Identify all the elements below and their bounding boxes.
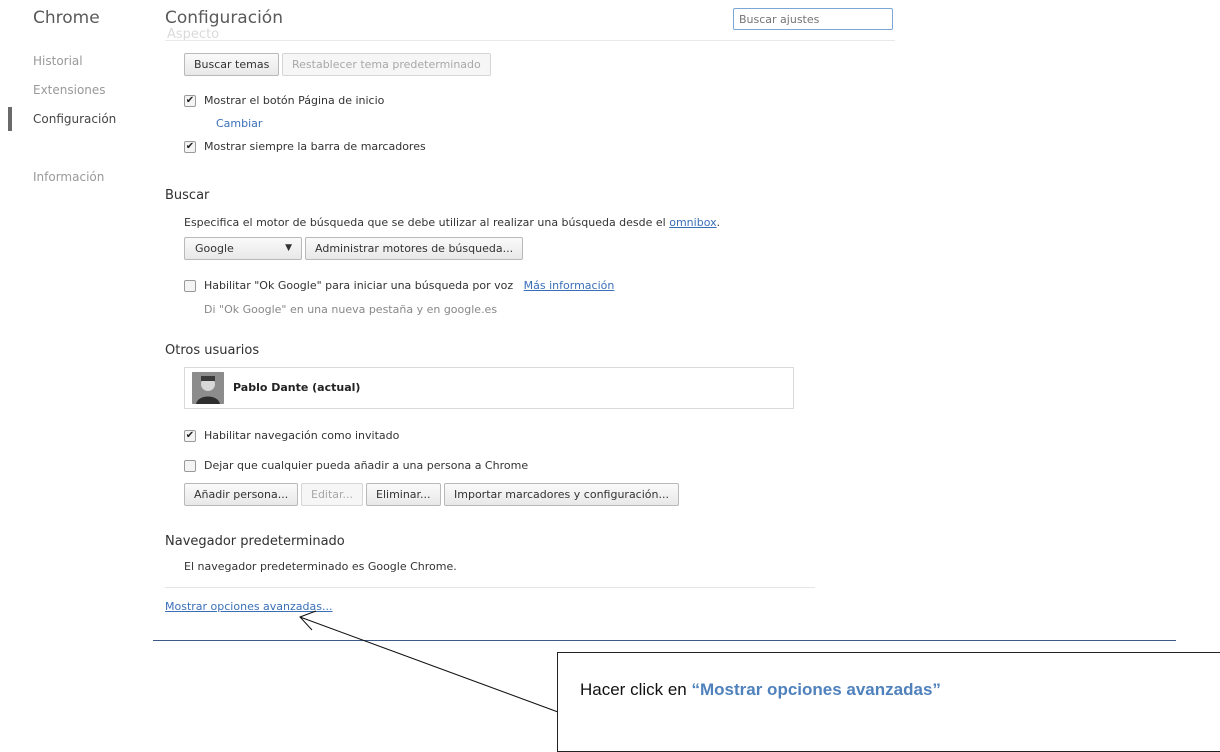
callout-prefix: Hacer click en (580, 680, 692, 699)
callout-text: Hacer click en “Mostrar opciones avanzad… (580, 680, 941, 700)
callout-box (557, 652, 1220, 752)
callout-highlight: “Mostrar opciones avanzadas” (691, 680, 941, 699)
callout-arrow (299, 610, 559, 713)
